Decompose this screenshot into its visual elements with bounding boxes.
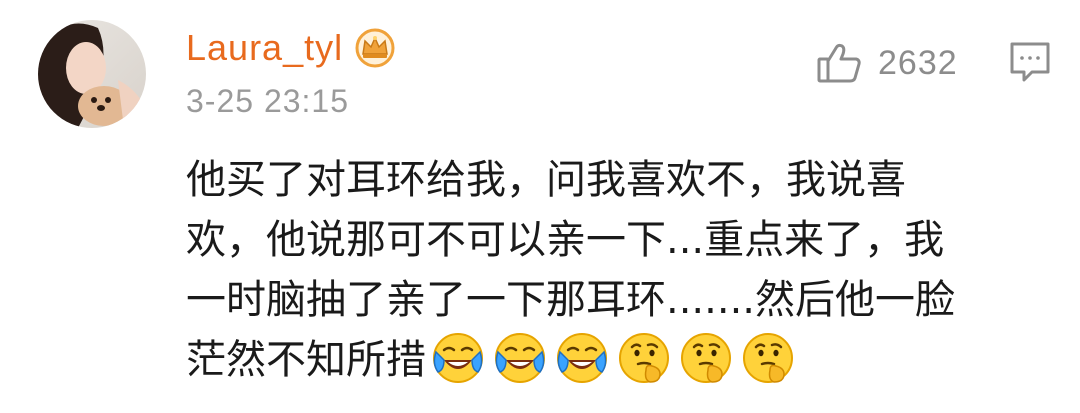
comment-line: 他买了对耳环给我，问我喜欢不，我说喜 <box>186 157 906 203</box>
laughing-crying-emoji <box>430 330 486 386</box>
comment-line: 欢，他说那可不可以亲一下...重点来了，我 <box>186 217 945 263</box>
avatar[interactable] <box>38 20 146 128</box>
avatar-image <box>38 20 146 128</box>
thinking-emoji <box>678 330 734 386</box>
like-button[interactable]: 2632 <box>816 40 958 86</box>
emoji-row <box>430 330 796 386</box>
thinking-emoji <box>616 330 672 386</box>
laughing-crying-emoji <box>554 330 610 386</box>
comment-line-last: 茫然不知所措 <box>186 330 1026 390</box>
comment-button[interactable] <box>1008 40 1052 84</box>
like-count: 2632 <box>878 44 958 82</box>
laughing-crying-emoji <box>492 330 548 386</box>
comment-text: 他买了对耳环给我，问我喜欢不，我说喜 欢，他说那可不可以亲一下...重点来了，我… <box>186 150 1026 390</box>
thumbs-up-icon <box>816 42 862 84</box>
timestamp: 3-25 23:15 <box>186 83 350 119</box>
comment-line-text: 茫然不知所措 <box>186 337 426 383</box>
comment-icon <box>1010 42 1050 82</box>
username[interactable]: Laura_tyl <box>186 30 343 66</box>
crown-icon <box>353 28 397 68</box>
comment-line: 一时脑抽了亲了一下那耳环.......然后他一脸 <box>186 277 956 323</box>
username-row: Laura_tyl <box>186 20 397 76</box>
thinking-emoji <box>740 330 796 386</box>
